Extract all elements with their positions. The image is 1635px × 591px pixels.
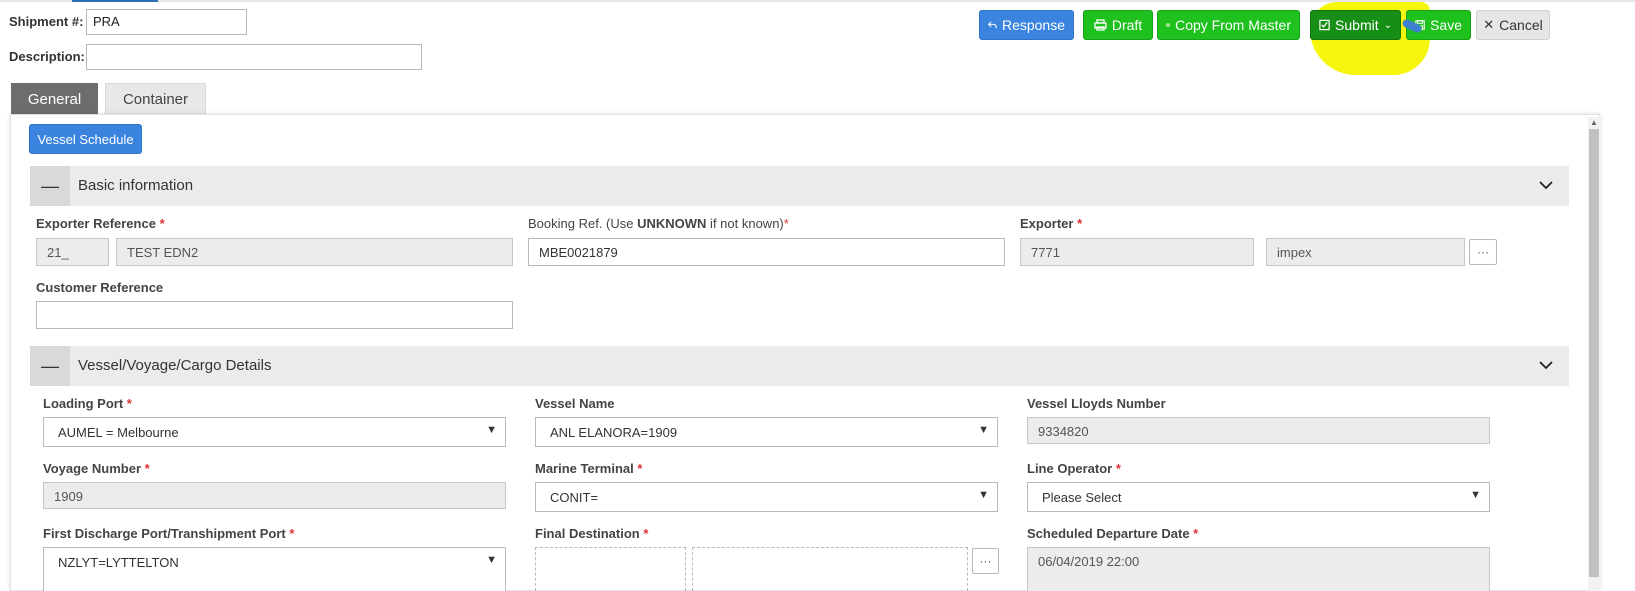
- discharge-port-label: First Discharge Port/Transhipment Port *: [43, 526, 295, 541]
- checkbox-icon: [1319, 19, 1330, 31]
- panel-scrollbar[interactable]: ▲: [1588, 117, 1600, 591]
- vessel-voyage-header[interactable]: — Vessel/Voyage/Cargo Details: [30, 346, 1569, 386]
- line-operator-label: Line Operator *: [1027, 461, 1121, 476]
- exporter-name-field: impex: [1266, 238, 1465, 266]
- submit-button[interactable]: Submit ⌄: [1310, 10, 1401, 40]
- booking-ref-input[interactable]: MBE0021879: [528, 238, 1005, 266]
- vessel-name-label: Vessel Name: [535, 396, 615, 411]
- departure-date-field: 06/04/2019 22:00: [1027, 547, 1490, 591]
- basic-information-header[interactable]: — Basic information: [30, 166, 1569, 206]
- lloyds-number-field: 9334820: [1027, 417, 1490, 444]
- vessel-name-select[interactable]: ANL ELANORA=1909 ▼: [535, 417, 998, 447]
- customer-reference-label: Customer Reference: [36, 280, 164, 295]
- scroll-up-icon[interactable]: ▲: [1590, 118, 1598, 127]
- customer-reference-input[interactable]: [36, 301, 513, 329]
- final-destination-code-field[interactable]: [535, 547, 686, 591]
- print-icon: [1166, 23, 1170, 27]
- booking-ref-label: Booking Ref. (Use UNKNOWN if not known)*: [528, 216, 789, 231]
- chevron-down-icon[interactable]: [1537, 176, 1555, 194]
- tab-general[interactable]: General: [11, 83, 98, 115]
- line-operator-select[interactable]: Please Select ▼: [1027, 482, 1490, 512]
- collapse-icon[interactable]: —: [30, 166, 70, 206]
- voyage-number-label: Voyage Number *: [43, 461, 150, 476]
- loading-port-label: Loading Port *: [43, 396, 132, 411]
- dropdown-caret-icon: ▼: [1470, 489, 1481, 501]
- shipment-number-input[interactable]: PRA: [86, 9, 247, 35]
- exporter-code-field: 7771: [1020, 238, 1254, 266]
- exporter-reference-label: Exporter Reference *: [36, 216, 165, 231]
- loading-port-select[interactable]: AUMEL = Melbourne ▼: [43, 417, 506, 447]
- dropdown-caret-icon: ▼: [486, 554, 497, 566]
- marine-terminal-select[interactable]: CONIT= ▼: [535, 482, 998, 512]
- lloyds-number-label: Vessel Lloyds Number: [1027, 396, 1166, 411]
- dropdown-caret-icon: ▼: [978, 424, 989, 436]
- copy-from-master-button[interactable]: Copy From Master: [1157, 10, 1300, 40]
- final-destination-label: Final Destination *: [535, 526, 649, 541]
- response-button[interactable]: Response: [979, 10, 1074, 40]
- chevron-down-icon: ⌄: [1383, 19, 1392, 31]
- exporter-reference-prefix: 21_: [36, 238, 109, 266]
- shipment-label: Shipment #:: [9, 14, 84, 29]
- description-input[interactable]: [86, 44, 422, 70]
- tab-container[interactable]: Container: [105, 83, 206, 115]
- cancel-button[interactable]: ✕ Cancel: [1476, 10, 1550, 40]
- draft-button[interactable]: Draft: [1083, 10, 1153, 40]
- exporter-label: Exporter *: [1020, 216, 1083, 231]
- final-destination-lookup-button[interactable]: ···: [972, 548, 999, 574]
- voyage-number-field: 1909: [43, 482, 506, 509]
- section-title: Vessel/Voyage/Cargo Details: [78, 357, 272, 374]
- final-destination-name-field[interactable]: [692, 547, 968, 591]
- dropdown-caret-icon: ▼: [978, 489, 989, 501]
- close-icon: ✕: [1483, 17, 1495, 32]
- description-label: Description:: [9, 49, 85, 64]
- collapse-icon[interactable]: —: [30, 346, 70, 386]
- top-tab-indicator: [72, 0, 158, 2]
- scrollbar-thumb[interactable]: [1589, 129, 1599, 577]
- print-icon: [1094, 19, 1107, 31]
- marine-terminal-label: Marine Terminal *: [535, 461, 643, 476]
- section-title: Basic information: [78, 177, 194, 194]
- exporter-reference-field: TEST EDN2: [116, 238, 513, 266]
- exporter-lookup-button[interactable]: ···: [1469, 239, 1497, 265]
- chevron-down-icon[interactable]: [1537, 356, 1555, 374]
- dropdown-caret-icon: ▼: [486, 424, 497, 436]
- reply-icon: [988, 21, 997, 29]
- departure-date-label: Scheduled Departure Date *: [1027, 526, 1199, 541]
- discharge-port-select[interactable]: NZLYT=LYTTELTON ▼: [43, 547, 506, 591]
- vessel-schedule-button[interactable]: Vessel Schedule: [29, 124, 142, 154]
